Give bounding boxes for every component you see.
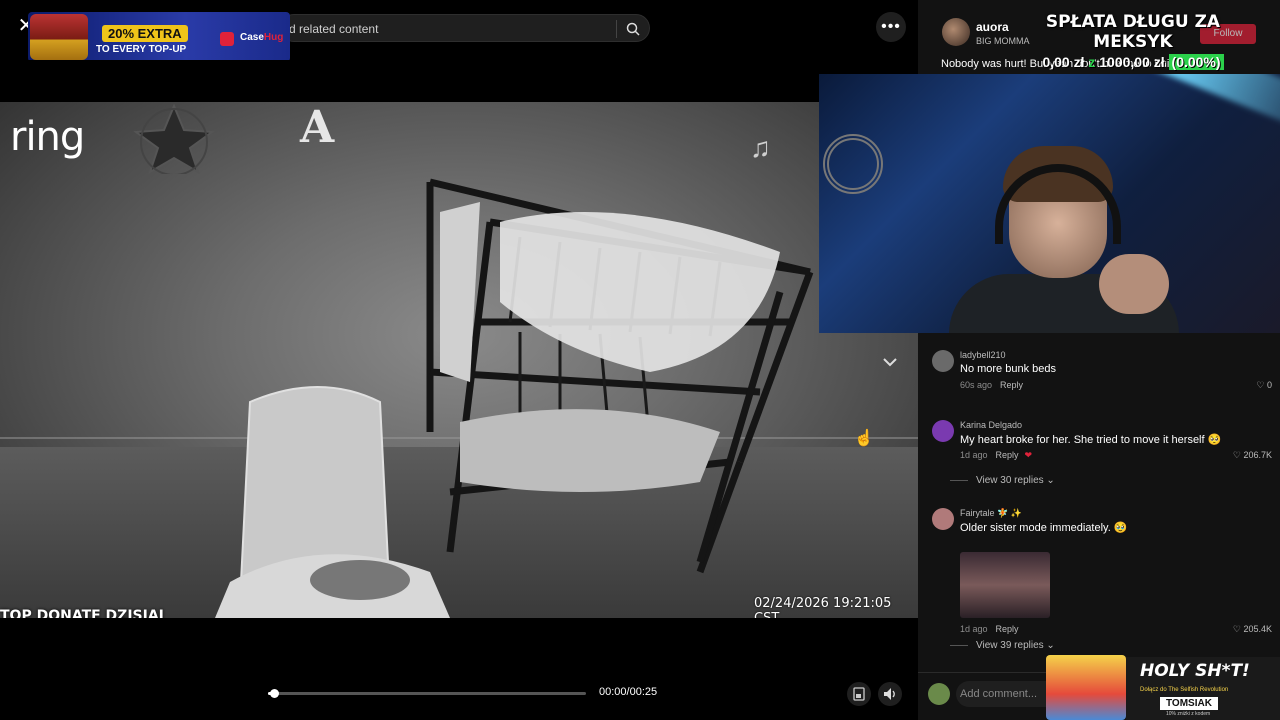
- donation-goal-overlay: SPŁATA DŁUGU ZA MEKSYK 0,00 zł z 1000,00…: [1008, 12, 1258, 70]
- goal-progress: 0,00 zł z 1000,00 zł (0.00%): [1008, 54, 1258, 70]
- search-button[interactable]: [621, 18, 645, 40]
- promo-panel: HOLY SH*T! Dołącz do The Selfish Revolut…: [1126, 657, 1280, 720]
- bunk-bed-scene: [215, 178, 814, 618]
- pip-icon: [853, 687, 865, 701]
- heart-icon: ♡: [1232, 624, 1244, 634]
- commenter-avatar[interactable]: [932, 420, 954, 442]
- ad-brand-name: CaseHug: [240, 32, 283, 43]
- top-donate-label: TOP DONATE DZISIAJ: [0, 608, 164, 618]
- treasure-chest-icon: [30, 14, 88, 60]
- more-options-button[interactable]: •••: [876, 12, 906, 42]
- comment-item: Karina Delgado My heart broke for her. S…: [932, 420, 1272, 460]
- commenter-avatar[interactable]: [932, 508, 954, 530]
- like-button[interactable]: ♡ 206.7K: [1233, 450, 1272, 461]
- search-input[interactable]: [289, 19, 609, 39]
- led-light: [994, 74, 1280, 140]
- user-avatar: [928, 683, 950, 705]
- hand-cursor-icon: ☝: [854, 430, 874, 447]
- reply-button[interactable]: Reply: [996, 450, 1019, 460]
- chevron-down-icon: ⌄: [1046, 475, 1055, 486]
- volume-icon: [884, 688, 895, 700]
- like-button[interactable]: ♡ 0: [1256, 380, 1272, 391]
- time-display: 00:00/00:25: [599, 686, 658, 698]
- creator-avatar[interactable]: [942, 18, 970, 46]
- commenter-name[interactable]: Fairytale 🧚 ✨: [960, 508, 1022, 519]
- creator-name[interactable]: auora: [976, 20, 1009, 34]
- promo-subtitle: Dołącz do The Selfish Revolution: [1140, 687, 1229, 693]
- comment-text: No more bunk beds: [960, 363, 1056, 375]
- video-player[interactable]: ring A ♫ 02/24/2026 19:21:05 TOP DONATE …: [0, 102, 918, 618]
- search-icon: [626, 22, 640, 36]
- ad-brand-part-b: Hug: [263, 32, 284, 43]
- progress-handle[interactable]: [270, 689, 280, 698]
- dartboard-decoration: [823, 134, 883, 194]
- volume-button[interactable]: [878, 682, 902, 706]
- like-count: 0: [1266, 380, 1272, 390]
- goal-of: z: [1088, 54, 1096, 70]
- comment-image-thumbnail[interactable]: [960, 552, 1050, 618]
- comment-item: ladybell210 No more bunk beds 60s ago Rep…: [932, 350, 1272, 390]
- view-replies-label: View 39 replies: [976, 640, 1044, 651]
- comment-age: 1d ago: [960, 624, 988, 634]
- reply-button[interactable]: Reply: [1000, 380, 1023, 390]
- app-root: ✕ ••• 20% EXTRA TO EVERY TOP-UP CaseHug …: [0, 0, 1280, 720]
- promo-name: TOMSIAK: [1160, 697, 1218, 710]
- search-bar[interactable]: [280, 14, 650, 42]
- comment-meta: 60s ago Reply: [960, 380, 1023, 390]
- view-replies-label: View 30 replies: [976, 475, 1044, 486]
- comment-meta: 1d ago Reply: [960, 624, 1019, 634]
- heart-icon: ♡: [1256, 380, 1267, 390]
- search-divider: [616, 20, 617, 38]
- comment-age: 60s ago: [960, 380, 993, 390]
- chevron-down-icon: ⌄: [1046, 640, 1055, 651]
- goal-target: 1000,00 zł: [1099, 54, 1165, 70]
- goal-title: SPŁATA DŁUGU ZA MEKSYK: [1045, 12, 1221, 52]
- goal-current: 0,00 zł: [1042, 54, 1085, 70]
- brand-logo-icon: [220, 32, 234, 46]
- progress-bar[interactable]: [268, 689, 586, 698]
- view-replies-button[interactable]: View 39 replies ⌄: [950, 640, 1055, 651]
- commenter-name[interactable]: Karina Delgado: [960, 420, 1022, 430]
- snack-pile-image: [1046, 655, 1126, 720]
- comment-item: Fairytale 🧚 ✨ Older sister mode immediat…: [932, 508, 1272, 634]
- ad-brand-part-a: Case: [240, 32, 264, 43]
- player-controls: 00:00/00:25: [0, 672, 918, 720]
- comment-meta: 1d ago Reply ❤: [960, 450, 1032, 461]
- comment-text: My heart broke for her. She tried to mov…: [960, 434, 1222, 446]
- chevron-down-icon[interactable]: [880, 352, 900, 372]
- creator-liked-icon: ❤: [1024, 450, 1033, 460]
- commenter-avatar[interactable]: [932, 350, 954, 372]
- comment-text: Older sister mode immediately. 🥹: [960, 522, 1128, 534]
- reply-button[interactable]: Reply: [996, 624, 1019, 634]
- commenter-name[interactable]: ladybell210: [960, 350, 1006, 360]
- streamer-webcam: [819, 74, 1280, 333]
- streamer-hand: [1099, 254, 1169, 314]
- promo-footer: 10% zniżki z kodem: [1166, 711, 1211, 717]
- ad-extra-text: 20% EXTRA: [102, 25, 188, 42]
- ad-banner[interactable]: 20% EXTRA TO EVERY TOP-UP CaseHug: [28, 12, 290, 62]
- like-count: 206.7K: [1243, 450, 1272, 460]
- comments-list: ladybell210 No more bunk beds 60s ago Rep…: [918, 340, 1280, 670]
- more-icon: •••: [881, 18, 901, 35]
- picture-in-picture-button[interactable]: [847, 682, 871, 706]
- like-count: 205.4K: [1243, 624, 1272, 634]
- heart-icon: ♡: [1232, 450, 1244, 460]
- goal-percent: (0.00%): [1168, 54, 1224, 70]
- view-replies-button[interactable]: View 30 replies ⌄: [950, 475, 1055, 486]
- camera-timestamp: 02/24/2026 19:21:05 CST: [754, 596, 892, 618]
- comment-age: 1d ago: [960, 450, 988, 460]
- ad-topup-text: TO EVERY TOP-UP: [96, 44, 187, 55]
- promo-title: HOLY SH*T!: [1140, 661, 1250, 681]
- like-button[interactable]: ♡ 205.4K: [1233, 624, 1272, 635]
- sponsor-promo: HOLY SH*T! Dołącz do The Selfish Revolut…: [1046, 655, 1280, 720]
